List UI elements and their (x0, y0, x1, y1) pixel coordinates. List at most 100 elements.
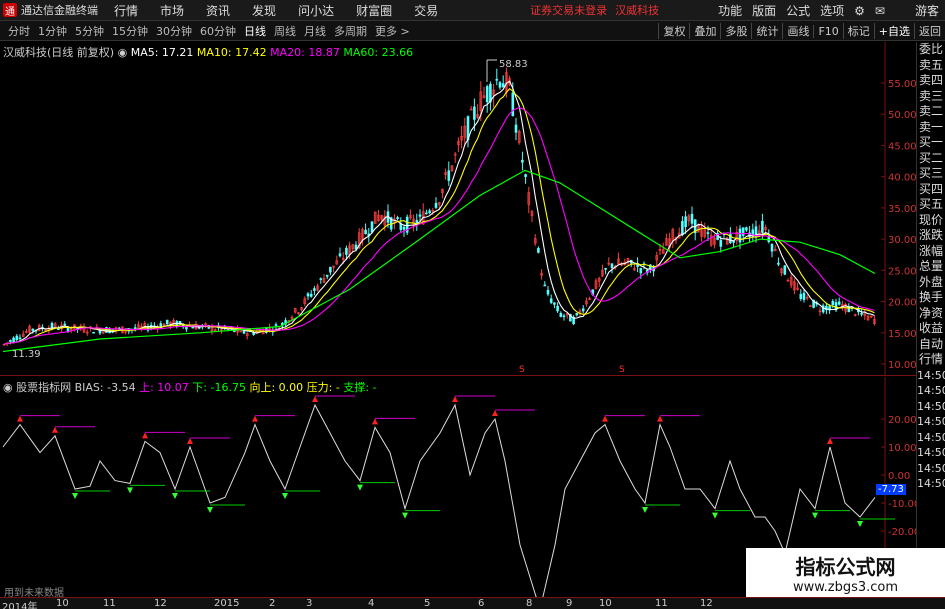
price-tick-label: 40.00 (888, 173, 916, 184)
side-panel-item[interactable]: 卖二 (917, 104, 945, 120)
settings-icon[interactable]: ⚙ (854, 4, 865, 18)
price-tick-label: 10.00 (888, 360, 916, 371)
stats-button[interactable]: 统计 (751, 23, 782, 39)
indicator-toggle-icon[interactable]: ◉ (3, 381, 16, 394)
tab-weekly[interactable]: 周线 (274, 23, 296, 39)
trough-arrow (72, 493, 78, 499)
date-label: 2 (269, 598, 276, 609)
bias-tick-label: 10.00 (888, 443, 916, 454)
f10-button[interactable]: F10 (813, 24, 842, 38)
bias-info-line: ◉ 股票指标网 BIAS: -3.54 上: 10.07 下: -16.75 向… (3, 379, 377, 395)
candle-body (690, 213, 694, 224)
chat-icon[interactable]: ✉ (875, 4, 885, 18)
tab-daily[interactable]: 日线 (244, 23, 266, 39)
kline-panel[interactable]: 55.00 50.00 45.00 40.00 35.00 30.00 25.00 20.00… (0, 42, 916, 376)
tab-monthly[interactable]: 月线 (304, 23, 326, 39)
side-panel-item[interactable]: 收益 (917, 321, 945, 337)
peak-arrow (187, 438, 193, 444)
back-button[interactable]: 返回 (914, 23, 945, 39)
side-panel-item[interactable]: 现价 (917, 213, 945, 229)
peak-arrow (602, 415, 608, 422)
trough-arrow (642, 507, 648, 513)
side-panel-item[interactable]: 卖三 (917, 89, 945, 105)
mark-button[interactable]: 标记 (842, 23, 874, 39)
date-label: 2014年 (2, 602, 38, 609)
menu-trade[interactable]: 交易 (414, 2, 438, 19)
tab-5min[interactable]: 5分钟 (75, 23, 104, 39)
adjust-button[interactable]: 复权 (658, 23, 689, 39)
add-watchlist-button[interactable]: +自选 (873, 23, 914, 39)
price-tick-label: 25.00 (888, 266, 916, 277)
side-panel-item[interactable]: 14:50 (917, 383, 945, 399)
candle-body (860, 313, 863, 315)
menu-formula[interactable]: 公式 (786, 2, 810, 19)
low-price-label: 11.39 (12, 349, 41, 360)
tab-30min[interactable]: 30分钟 (156, 23, 192, 39)
candle-body (681, 221, 684, 236)
side-panel-item[interactable]: 买五 (917, 197, 945, 213)
ma20-label: MA20: 18.87 (270, 46, 340, 59)
candle-body (783, 265, 787, 275)
side-panel-item[interactable]: 14:50 (917, 445, 945, 461)
multi-stock-button[interactable]: 多股 (720, 23, 751, 39)
side-panel-item[interactable]: 涨跌 (917, 228, 945, 244)
side-panel-item[interactable]: 14:50 (917, 476, 945, 492)
side-panel-item[interactable]: 14:50 (917, 414, 945, 430)
tab-multi-period[interactable]: 多周期 (334, 23, 367, 39)
candle-body (63, 323, 67, 326)
side-panel-item[interactable]: 卖一 (917, 120, 945, 136)
candle-body (777, 262, 780, 265)
side-panel-item[interactable]: 买二 (917, 151, 945, 167)
candle-body (319, 278, 323, 280)
peak-arrow (52, 426, 58, 433)
menu-ask[interactable]: 问小达 (298, 2, 334, 19)
kline-chart[interactable]: 55.00 50.00 45.00 40.00 35.00 30.00 25.00 20.00… (0, 42, 916, 376)
side-panel-item[interactable]: 买四 (917, 182, 945, 198)
candle-body (309, 293, 313, 297)
tab-more[interactable]: 更多 > (375, 23, 410, 39)
side-panel-item[interactable]: 行情 (917, 352, 945, 368)
menu-function[interactable]: 功能 (718, 2, 742, 19)
watermark: 指标公式网 www.zbgs3.com (746, 548, 945, 597)
menu-wealth[interactable]: 财富圈 (356, 2, 392, 19)
candle-body (495, 78, 499, 81)
tab-intraday[interactable]: 分时 (8, 23, 30, 39)
side-panel-item[interactable]: 外盘 (917, 275, 945, 291)
watermark-url: www.zbgs3.com (792, 579, 899, 595)
menu-discover[interactable]: 发现 (252, 2, 276, 19)
side-panel-item[interactable]: 自动 (917, 337, 945, 353)
tab-60min[interactable]: 60分钟 (200, 23, 236, 39)
overlay-button[interactable]: 叠加 (689, 23, 720, 39)
side-panel-item[interactable]: 14:50 (917, 461, 945, 477)
side-panel-item[interactable]: 买一 (917, 135, 945, 151)
side-panel-item[interactable]: 卖四 (917, 73, 945, 89)
menu-bar: 通 通达信金融终端 行情 市场 资讯 发现 问小达 财富圈 交易 证券交易未登录… (0, 0, 945, 21)
draw-button[interactable]: 画线 (782, 23, 813, 39)
tab-15min[interactable]: 15分钟 (112, 23, 148, 39)
menu-layout[interactable]: 版面 (752, 2, 776, 19)
candle-body (831, 300, 835, 305)
menu-quotes[interactable]: 行情 (114, 2, 138, 19)
menu-options[interactable]: 选项 (820, 2, 844, 19)
date-label: 9 (566, 598, 573, 609)
trade-login-alert[interactable]: 证券交易未登录 (530, 2, 607, 18)
menu-market[interactable]: 市场 (160, 2, 184, 19)
guest-user[interactable]: 游客 (915, 2, 939, 19)
side-panel-item[interactable]: 买三 (917, 166, 945, 182)
side-panel-item[interactable]: 涨幅 (917, 244, 945, 260)
side-panel-item[interactable]: 14:50 (917, 430, 945, 446)
menu-news[interactable]: 资讯 (206, 2, 230, 19)
side-panel-item[interactable]: 委比 (917, 42, 945, 58)
indicator-name: 股票指标网 (16, 381, 72, 394)
side-panel-item[interactable]: 净资 (917, 306, 945, 322)
date-label: 4 (368, 598, 375, 609)
toggle-icon[interactable]: ◉ (118, 46, 131, 59)
candle-body (770, 244, 774, 252)
side-panel-item[interactable]: 换手 (917, 290, 945, 306)
side-panel-item[interactable]: 14:50 (917, 399, 945, 415)
side-panel-item[interactable]: 14:50 (917, 368, 945, 384)
date-label: 3 (306, 598, 313, 609)
side-panel-item[interactable]: 总量 (917, 259, 945, 275)
side-panel-item[interactable]: 卖五 (917, 58, 945, 74)
tab-1min[interactable]: 1分钟 (38, 23, 67, 39)
